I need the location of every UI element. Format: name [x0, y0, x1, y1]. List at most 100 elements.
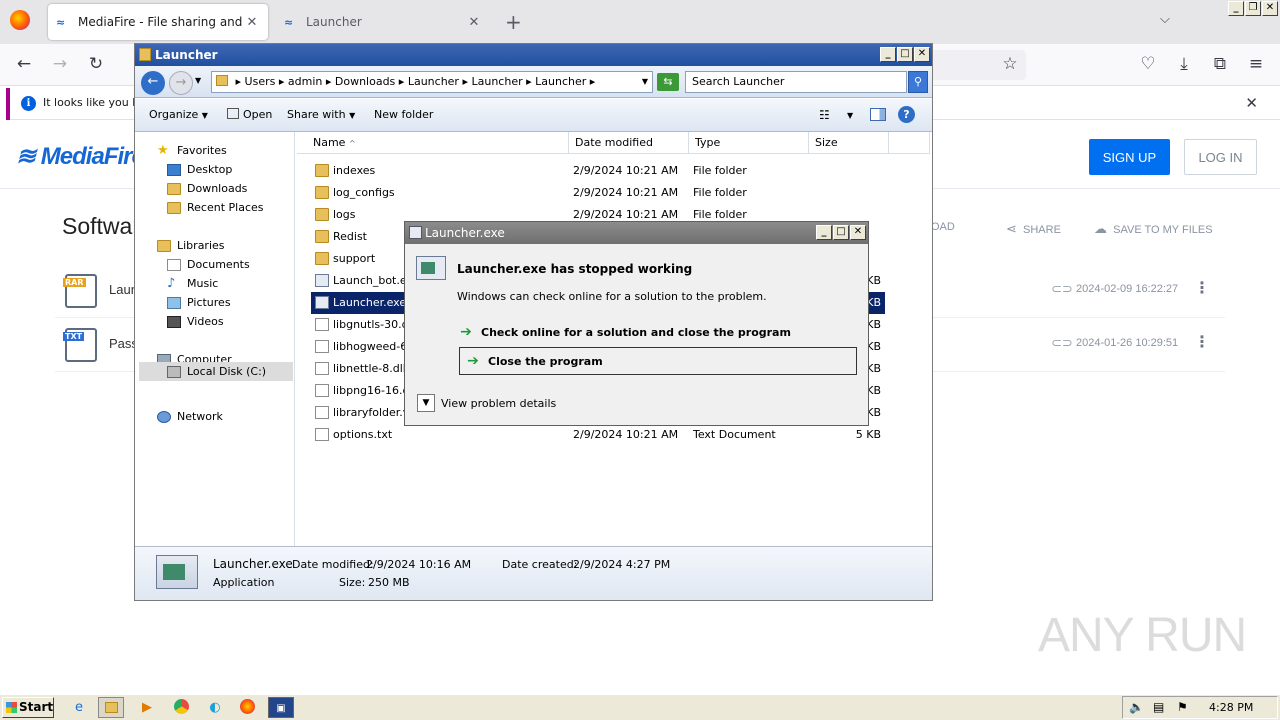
link-icon[interactable]: ⊂⊃ [1051, 282, 1073, 297]
breadcrumb-item[interactable]: Downloads [335, 75, 395, 88]
address-dropdown-icon[interactable]: ▼ [642, 72, 648, 92]
link-icon[interactable]: ⊂⊃ [1051, 336, 1073, 351]
view-options-icon[interactable]: ☷ [819, 108, 830, 122]
save-to-my-files-action[interactable]: ☁ SAVE TO MY FILES [1094, 221, 1213, 237]
breadcrumb-item[interactable]: Users [245, 75, 276, 88]
table-row[interactable]: options.txt 2/9/2024 10:21 AM Text Documen… [311, 424, 885, 446]
preview-pane-icon[interactable] [870, 108, 886, 121]
minimize-icon[interactable]: _ [1228, 1, 1244, 16]
media-player-icon[interactable]: ▶ [134, 697, 160, 718]
network-tray-icon[interactable]: ▤ [1153, 700, 1164, 714]
share-with-button[interactable]: Share with ▼ [287, 108, 355, 121]
forward-icon[interactable]: → [48, 54, 72, 74]
explorer-titlebar[interactable]: Launcher _ □ ✕ [135, 44, 932, 66]
column-header-name[interactable]: Name ^ [297, 132, 569, 154]
nav-videos[interactable]: Videos [167, 315, 224, 328]
help-icon[interactable]: ? [898, 106, 915, 123]
edge-icon[interactable]: ◐ [202, 697, 228, 718]
column-header-size[interactable]: Size [809, 132, 889, 154]
organize-label: Organize [149, 108, 199, 121]
launcher-taskbar-icon[interactable]: ▣ [268, 697, 294, 718]
cloud-plus-icon: ☁ [1094, 221, 1107, 236]
more-options-icon[interactable]: ⋮ [1194, 332, 1210, 351]
close-tab-icon[interactable]: ✕ [466, 15, 482, 30]
close-icon[interactable]: ✕ [914, 47, 930, 62]
search-icon[interactable]: ⚲ [908, 71, 928, 93]
action-center-flag-icon[interactable]: ⚑ [1177, 700, 1188, 714]
search-input[interactable]: Search Launcher [685, 71, 907, 93]
clock[interactable]: 4:28 PM [1209, 701, 1253, 714]
column-header-date[interactable]: Date modified [569, 132, 689, 154]
expand-details-icon[interactable]: ▼ [417, 394, 435, 412]
ie-icon[interactable]: e [66, 697, 92, 718]
column-header-type[interactable]: Type [689, 132, 809, 154]
list-all-tabs-icon[interactable]: ⌵ [1160, 12, 1170, 27]
tab-launcher[interactable]: ≈ Launcher ✕ [276, 4, 490, 40]
minimize-icon[interactable]: _ [816, 225, 832, 240]
firefox-taskbar-icon[interactable] [234, 697, 260, 718]
extensions-icon[interactable]: ⧉ [1208, 54, 1232, 74]
start-label: Start [19, 700, 54, 714]
maximize-icon[interactable]: □ [833, 225, 849, 240]
more-options-icon[interactable]: ⋮ [1194, 278, 1210, 297]
start-button[interactable]: Start [2, 697, 54, 718]
nav-libraries[interactable]: Libraries [157, 239, 225, 252]
view-dropdown-icon[interactable]: ▼ [847, 111, 853, 120]
menu-icon[interactable]: ≡ [1244, 54, 1268, 74]
breadcrumb-item[interactable]: Launcher [408, 75, 459, 88]
table-row[interactable]: indexes 2/9/2024 10:21 AM File folder [311, 160, 885, 182]
sign-up-button[interactable]: SIGN UP [1089, 139, 1170, 175]
file-date: 2/9/2024 10:21 AM [573, 186, 679, 199]
mediafire-logo[interactable]: ≋ MediaFire [16, 142, 145, 171]
restore-icon[interactable]: ❐ [1245, 1, 1261, 16]
share-action[interactable]: ⋖ SHARE [1006, 221, 1061, 237]
volume-icon[interactable]: 🔈 [1129, 700, 1144, 714]
close-program-button[interactable]: ➔ Close the program [459, 347, 857, 375]
nav-favorites[interactable]: ★ Favorites [157, 144, 227, 158]
forward-icon[interactable]: → [169, 71, 193, 95]
table-row[interactable]: log_configs 2/9/2024 10:21 AM File folder [311, 182, 885, 204]
dialog-titlebar[interactable]: Launcher.exe _ □ ✕ [405, 222, 868, 244]
reload-icon[interactable]: ↻ [84, 54, 108, 74]
check-online-button[interactable]: ➔ Check online for a solution and close t… [459, 322, 859, 342]
breadcrumb-item[interactable]: Launcher [471, 75, 522, 88]
pocket-icon[interactable]: ♡ [1136, 54, 1160, 74]
nav-desktop[interactable]: Desktop [167, 163, 232, 176]
log-in-button[interactable]: LOG IN [1184, 139, 1257, 175]
history-dropdown-icon[interactable]: ▼ [195, 76, 201, 85]
firefox-icon[interactable] [10, 10, 30, 30]
breadcrumb[interactable]: ▸ Users ▸ admin ▸ Downloads ▸ Launcher ▸… [211, 71, 653, 93]
new-tab-icon[interactable]: + [505, 10, 522, 34]
view-details-label[interactable]: View problem details [441, 397, 556, 410]
nav-documents[interactable]: Documents [167, 258, 250, 271]
refresh-icon[interactable]: ⇆ [657, 73, 679, 91]
file-name: libgnutls-30.dll [333, 318, 415, 331]
maximize-icon[interactable]: □ [897, 47, 913, 62]
nav-downloads[interactable]: Downloads [167, 182, 247, 195]
close-icon[interactable]: ✕ [1262, 1, 1278, 16]
open-button[interactable]: Open [227, 108, 272, 121]
column-header-spacer [889, 132, 930, 154]
tab-mediafire[interactable]: ≈ MediaFire - File sharing and storage ✕ [48, 4, 268, 40]
close-tab-icon[interactable]: ✕ [244, 15, 260, 30]
chrome-icon[interactable] [168, 697, 194, 718]
nav-music[interactable]: ♪ Music [167, 277, 218, 291]
back-icon[interactable]: ← [12, 54, 36, 74]
share-label: SHARE [1023, 224, 1061, 236]
close-notification-icon[interactable]: ✕ [1245, 94, 1258, 112]
nav-recent-places[interactable]: Recent Places [167, 201, 264, 214]
sort-ascending-icon: ^ [348, 139, 356, 148]
minimize-icon[interactable]: _ [880, 47, 896, 62]
bookmark-star-icon[interactable]: ☆ [998, 54, 1022, 74]
nav-pictures[interactable]: Pictures [167, 296, 231, 309]
organize-button[interactable]: Organize ▼ [149, 108, 208, 121]
breadcrumb-item[interactable]: admin [288, 75, 322, 88]
new-folder-button[interactable]: New folder [374, 108, 433, 121]
breadcrumb-item[interactable]: Launcher [535, 75, 586, 88]
explorer-taskbar-icon[interactable] [98, 697, 124, 718]
back-icon[interactable]: ← [141, 71, 165, 95]
downloads-icon[interactable]: ⤓ [1172, 54, 1196, 74]
nav-local-disk[interactable]: Local Disk (C:) [139, 362, 293, 381]
close-icon[interactable]: ✕ [850, 225, 866, 240]
nav-network[interactable]: Network [157, 410, 223, 423]
